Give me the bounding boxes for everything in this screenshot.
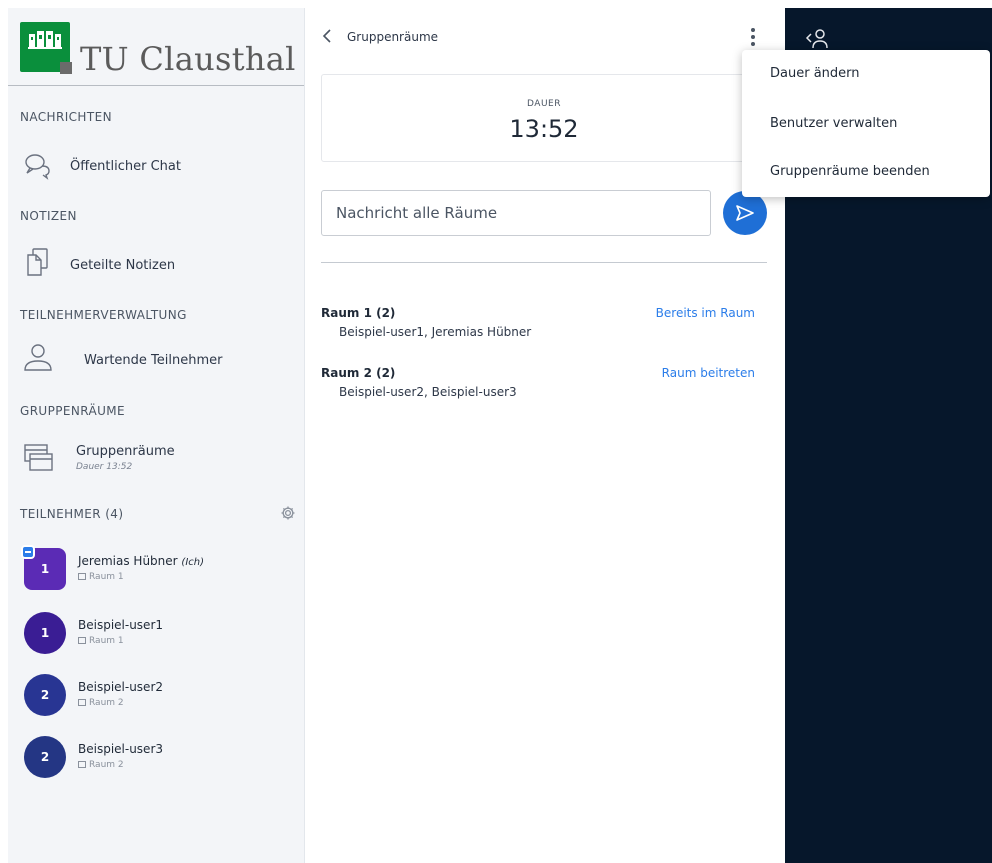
participant-name-text: Jeremias Hübner [78, 554, 178, 568]
duration-value: 13:52 [509, 115, 579, 143]
participant-room-text: Raum 1 [89, 636, 124, 646]
duration-label: DAUER [527, 99, 561, 109]
crest-icon [28, 31, 62, 49]
message-all-rooms-input[interactable] [321, 190, 711, 236]
avatar-initial: 2 [40, 688, 50, 702]
participant-item[interactable]: 2 Beispiel-user3 Raum 2 [24, 736, 294, 780]
avatar: 2 [24, 674, 66, 716]
sidebar-item-public-chat[interactable]: Öffentlicher Chat [22, 149, 292, 185]
avatar-initial: 1 [40, 626, 50, 640]
participant-room: Raum 1 [78, 572, 124, 582]
sidebar-item-label: Gruppenräume [76, 444, 175, 459]
participant-room-text: Raum 2 [89, 698, 124, 708]
brand-divider [8, 85, 304, 86]
user-icon [24, 344, 52, 371]
brand-name: TU Clausthal [80, 40, 296, 78]
room-icon [78, 637, 86, 644]
send-button[interactable] [723, 191, 767, 235]
breakout-icon [24, 444, 53, 471]
participant-name: Beispiel-user2 [78, 680, 164, 694]
sidebar-item-shared-notes[interactable]: Geteilte Notizen [22, 246, 292, 282]
participant-item[interactable]: 2 Beispiel-user2 Raum 2 [24, 674, 294, 718]
section-heading-breakout-rooms: GRUPPENRÄUME [20, 404, 126, 418]
room-icon [78, 699, 86, 706]
avatar: 2 [24, 736, 66, 778]
logo-square [60, 62, 72, 74]
participant-room: Raum 2 [78, 698, 124, 708]
participant-item[interactable]: 1 Jeremias Hübner (Ich) Raum 1 [21, 545, 294, 592]
already-in-room-link[interactable]: Bereits im Raum [656, 306, 755, 320]
sidebar-item-breakout-rooms[interactable]: Gruppenräume Dauer 13:52 [22, 440, 292, 476]
menu-item-change-duration[interactable]: Dauer ändern [742, 52, 990, 96]
participant-room: Raum 2 [78, 760, 124, 770]
section-heading-messages: NACHRICHTEN [20, 110, 112, 124]
participant-room-text: Raum 2 [89, 760, 124, 770]
sidebar-item-label: Wartende Teilnehmer [84, 353, 223, 368]
room-users: Beispiel-user2, Beispiel-user3 [339, 385, 517, 399]
breakout-panel: Gruppenräume DAUER 13:52 Raum 1 (2) Beis… [305, 8, 785, 863]
avatar: 1 [24, 612, 66, 654]
section-heading-notes: NOTIZEN [20, 209, 77, 223]
room-icon [78, 573, 86, 580]
participant-item[interactable]: 1 Beispiel-user1 Raum 1 [24, 612, 294, 656]
duration-box: DAUER 13:52 [321, 74, 767, 162]
participant-room: Raum 1 [78, 636, 124, 646]
room-row: Raum 1 (2) Beispiel-user1, Jeremias Hübn… [321, 306, 767, 346]
avatar: 1 [21, 545, 66, 590]
notes-icon [27, 248, 48, 276]
section-heading-participants: TEILNEHMER (4) [20, 507, 124, 521]
join-room-link[interactable]: Raum beitreten [662, 366, 755, 380]
sidebar-item-label: Öffentlicher Chat [70, 159, 181, 174]
sidebar: TU Clausthal NACHRICHTEN Öffentlicher Ch… [8, 8, 305, 863]
send-icon [736, 205, 754, 221]
room-row: Raum 2 (2) Beispiel-user2, Beispiel-user… [321, 366, 767, 406]
room-name: Raum 2 (2) [321, 366, 396, 380]
sidebar-item-waiting-participants[interactable]: Wartende Teilnehmer [22, 342, 292, 378]
more-options-icon[interactable] [747, 26, 759, 48]
participant-name: Beispiel-user1 [78, 618, 164, 632]
divider [321, 262, 767, 263]
room-users: Beispiel-user1, Jeremias Hübner [339, 325, 532, 339]
users-toggle-icon[interactable] [805, 28, 831, 50]
tu-clausthal-logo [20, 22, 72, 74]
sidebar-item-label: Geteilte Notizen [70, 258, 176, 273]
menu-item-end-breakout-rooms[interactable]: Gruppenräume beenden [742, 150, 990, 194]
participant-name: Beispiel-user3 [78, 742, 164, 756]
self-tag: (Ich) [181, 557, 205, 568]
room-name: Raum 1 (2) [321, 306, 396, 320]
room-icon [78, 761, 86, 768]
brand: TU Clausthal [20, 22, 300, 84]
menu-item-manage-users[interactable]: Benutzer verwalten [742, 102, 990, 146]
options-menu: Dauer ändern Benutzer verwalten Gruppenr… [742, 50, 990, 197]
chevron-left-icon [322, 29, 331, 43]
avatar-initial: 1 [40, 562, 50, 576]
section-heading-participant-management: TEILNEHMERVERWALTUNG [20, 308, 187, 322]
participant-room-text: Raum 1 [89, 572, 124, 582]
panel-title: Gruppenräume [347, 30, 439, 44]
moderator-badge [21, 545, 35, 559]
participant-name: Jeremias Hübner (Ich) [78, 554, 204, 568]
chat-icon [25, 154, 50, 180]
avatar-initial: 2 [40, 750, 50, 764]
gear-icon[interactable] [280, 505, 296, 521]
breakout-duration: Dauer 13:52 [76, 462, 133, 472]
